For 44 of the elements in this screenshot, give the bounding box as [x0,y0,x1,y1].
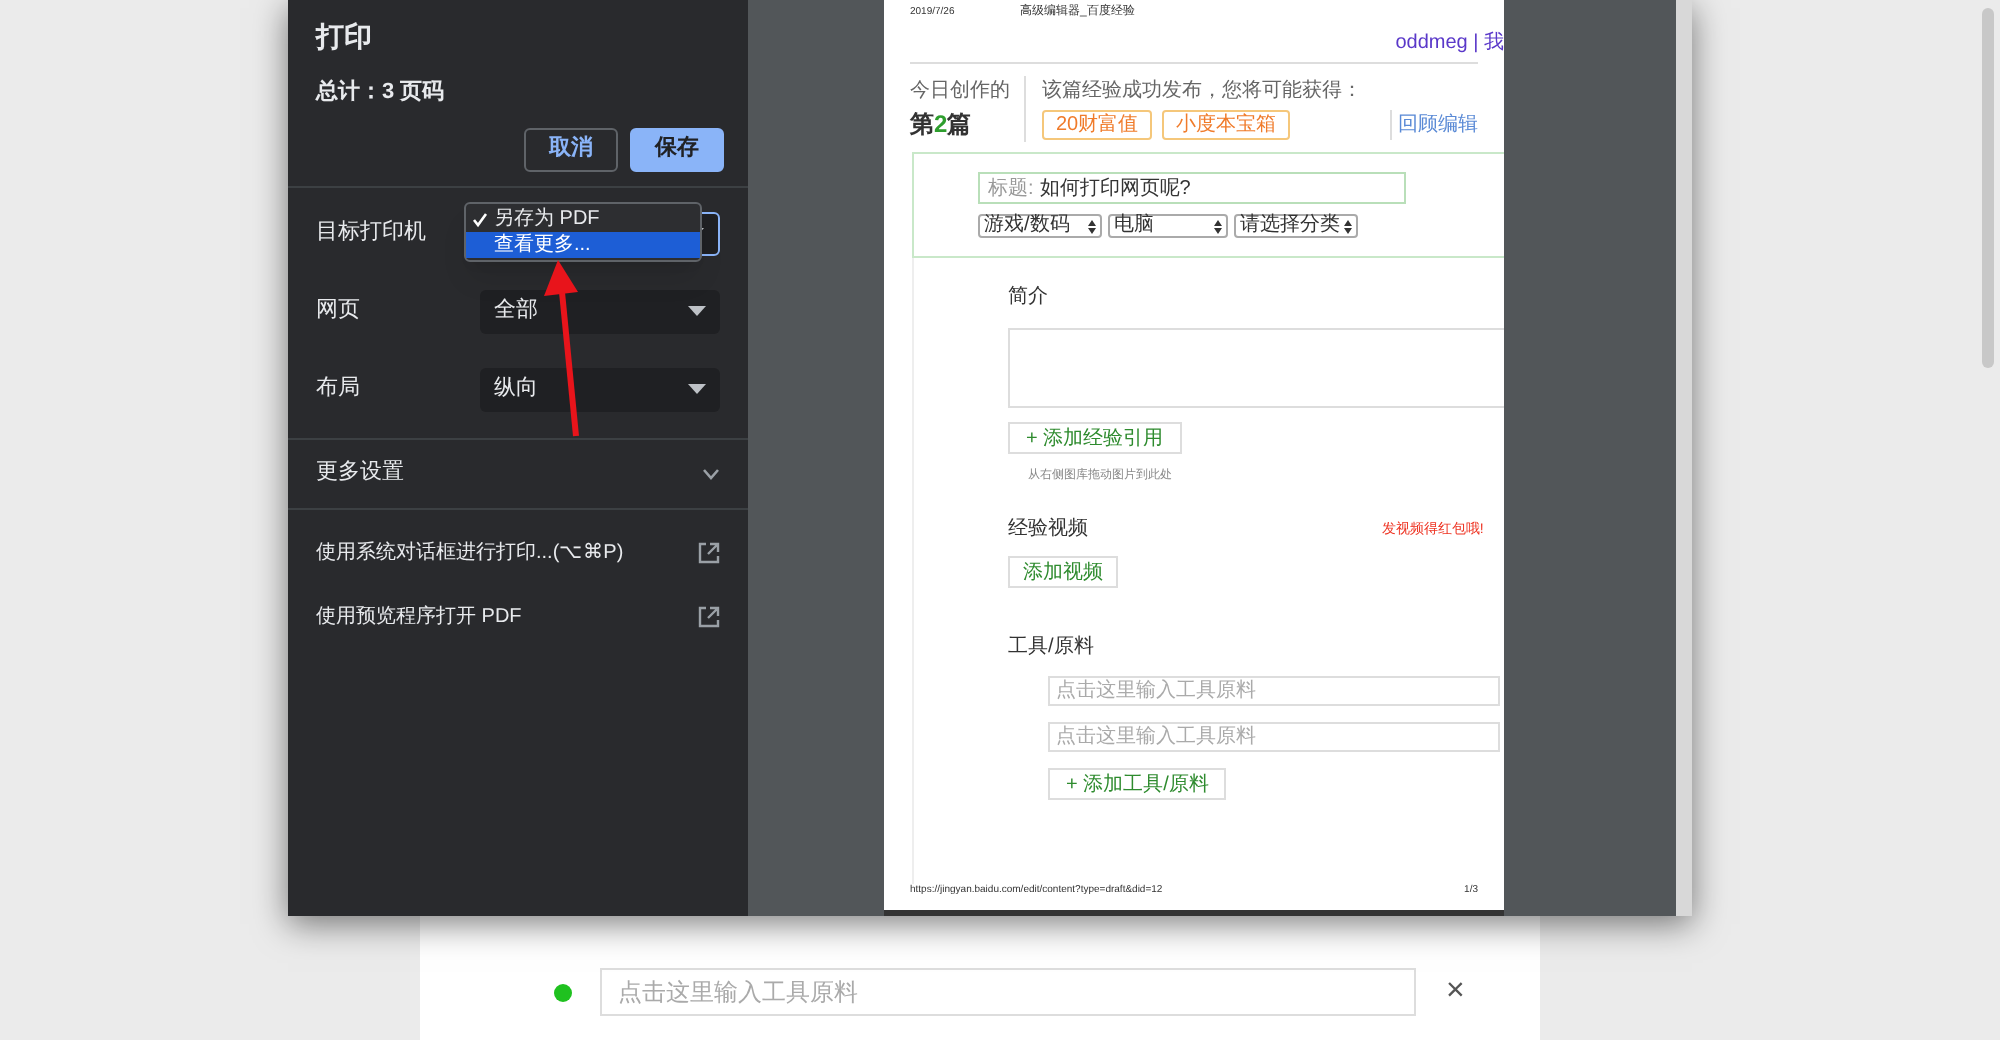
add-video-button[interactable]: 添加视频 [1008,556,1118,588]
setting-label: 布局 [316,374,360,405]
section-heading: 工具/原料 [1008,633,1094,662]
dialog-title: 打印 [313,18,374,56]
save-button[interactable]: 保存 [630,127,724,171]
check-icon [472,211,488,227]
today-label: 今日创作的 [910,78,1012,106]
dialog-link[interactable]: 使用预览程序打开 PDF [316,601,522,631]
external-link-icon [698,541,720,563]
section-heading: 简介 [1008,284,1048,312]
tool-field[interactable]: 点击这里输入工具原料 [600,968,1416,1016]
category-select[interactable]: 电脑 [1108,214,1228,238]
reward-tag: 小度本宝箱 [1162,110,1291,140]
add-reference-button[interactable]: + 添加经验引用 [1008,422,1182,454]
category-select[interactable]: 请选择分类 [1234,214,1358,238]
tool-field[interactable]: 点击这里输入工具原料 [1048,722,1500,752]
cancel-button[interactable]: 取消 [524,127,618,171]
stepper-icon [1344,219,1352,233]
reward-text: 该篇经验成功发布，您将可能获得： [1042,77,1364,106]
external-link-icon [698,605,720,627]
section-heading: 经验视频 [1008,515,1088,544]
tool-field[interactable]: 点击这里输入工具原料 [1048,676,1500,706]
editor-link[interactable]: 回顾编辑 [1390,110,1478,140]
caret-icon [688,306,706,316]
dialog-link[interactable]: 使用系统对话框进行打印...(⌥⌘P) [316,537,624,567]
more-settings-toggle[interactable]: 更多设置 [288,439,748,507]
category-select[interactable]: 游戏/数码 [978,214,1102,238]
reward-tag: 20财富值 [1042,110,1153,140]
add-tool-button[interactable]: + 添加工具/原料 [1048,768,1227,800]
page-total: 总计：3 页码 [313,77,447,108]
menu-item[interactable]: 另存为 PDF [466,206,700,232]
stepper-icon [1088,219,1096,233]
caret-icon [688,384,706,394]
setting-label: 网页 [316,296,360,327]
stepper-icon [1214,219,1222,233]
intro-textarea[interactable] [1008,328,1504,408]
user-link[interactable]: oddmeg | 我 [1395,28,1504,58]
today-count: 第2篇 [910,108,974,142]
remove-button[interactable]: × [1446,968,1465,1016]
setting-select[interactable]: 纵向 [480,367,720,411]
menu-item[interactable]: 查看更多... [466,232,700,258]
title-field[interactable]: 标题: 如何打印网页呢? [978,172,1406,204]
setting-select[interactable]: 全部 [480,289,720,333]
setting-label: 目标打印机 [316,218,426,249]
